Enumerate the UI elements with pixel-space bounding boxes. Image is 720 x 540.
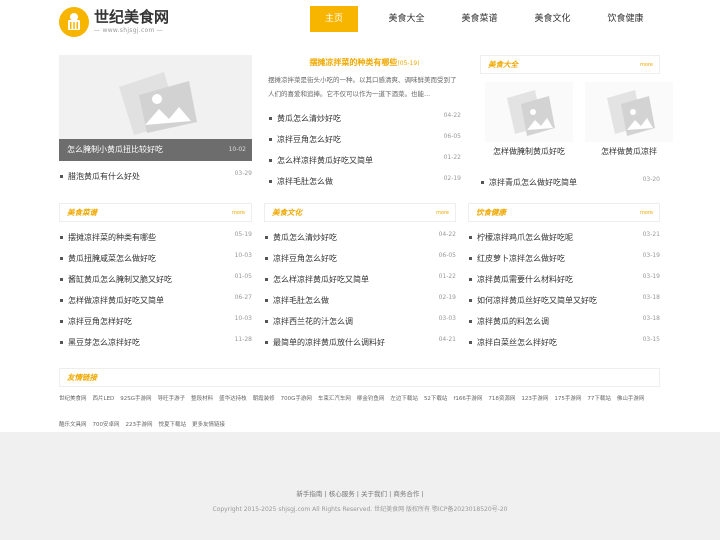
nav-food-encyclopedia[interactable]: 美食大全 (370, 6, 443, 32)
more-link[interactable]: more (640, 204, 653, 222)
culture-list: 黄瓜怎么清炒好吃 04-22 凉拌豆角怎么好吃 06-05 怎么样凉拌黄瓜好吃又简单… (264, 227, 456, 353)
list-item[interactable]: 凉拌豆角怎么好吃 06-05 (268, 129, 461, 150)
list-item[interactable]: 凉拌西兰花的汁怎么调 03-03 (264, 311, 456, 332)
list-item[interactable]: 凉拌白菜丝怎么拌好吃 03-15 (468, 332, 660, 353)
footer-copyright: Copyright 2015-2025 shjsgj.com All Right… (212, 506, 508, 513)
logo-title: 世纪美食网 (94, 8, 170, 26)
main-nav: 主页 美食大全 美食菜谱 美食文化 饮食健康 (310, 6, 662, 32)
feature-list: 腊泡黄瓜有什么好处 03-29 (59, 166, 252, 187)
list-item[interactable]: 怎么样凉拌黄瓜好吃又简单 01-22 (268, 150, 461, 171)
friend-link[interactable]: 车束汇汽车网 (318, 396, 351, 402)
headline-title[interactable]: 摆摊凉拌菜的种类有哪些(05-19) (268, 57, 461, 68)
friend-link[interactable]: 世纪美食网 (59, 396, 87, 402)
friend-link[interactable]: 77下载站 (587, 396, 611, 402)
image-placeholder-icon (485, 82, 573, 142)
friend-link[interactable]: 52下载站 (424, 396, 448, 402)
list-item[interactable]: 凉拌豆角怎么好吃 06-05 (264, 248, 456, 269)
nav-recipes[interactable]: 美食菜谱 (443, 6, 516, 32)
encyclopedia-list: 凉拌青瓜怎么做好吃简单 03-20 (480, 172, 660, 193)
feature-slide[interactable]: 怎么腌制小黄瓜扭比较好吃 10-02 (59, 55, 252, 161)
friend-link[interactable]: 导旺手游子 (158, 396, 186, 402)
friend-link[interactable]: 佛山手游网 (617, 396, 645, 402)
friend-link[interactable]: 盛华达持枝 (219, 396, 247, 402)
friend-link[interactable]: 朝霞装修 (253, 396, 275, 402)
image-placeholder-icon (119, 72, 197, 135)
list-item[interactable]: 柠檬凉拌鸡爪怎么做好吃呢 03-21 (468, 227, 660, 248)
friend-link[interactable]: 更多友情链接 (192, 422, 225, 428)
friend-link[interactable]: 718资源网 (488, 396, 515, 402)
section-recipes-head: 美食菜谱 more (59, 203, 252, 222)
feature-date: 10-02 (228, 146, 246, 153)
section-health-head: 饮食健康 more (468, 203, 660, 222)
list-item[interactable]: 凉拌豆角怎样好吃 10-03 (59, 311, 252, 332)
friend-link[interactable]: 700G手游网 (281, 396, 312, 402)
list-item[interactable]: 黄瓜怎么清炒好吃 04-22 (264, 227, 456, 248)
image-placeholder-icon (585, 82, 673, 142)
recipes-list: 摆摊凉拌菜的种类有哪些 05-19 黄瓜扭腌咸菜怎么做好吃 10-03 酱缸黄瓜怎么… (59, 227, 252, 353)
list-item[interactable]: 怎样做凉拌黄瓜好吃又简单 06-27 (59, 290, 252, 311)
friend-link[interactable]: f166手游网 (453, 396, 482, 402)
logo-chef-icon (59, 7, 89, 37)
list-item[interactable]: 怎么样凉拌黄瓜好吃又简单 01-22 (264, 269, 456, 290)
list-item[interactable]: 凉拌黄瓜需要什么材料好吃 03-19 (468, 269, 660, 290)
friend-link[interactable]: 西片LED (93, 396, 115, 402)
friend-link[interactable]: 700安卓网 (93, 422, 120, 428)
friend-link[interactable]: 左边下载站 (390, 396, 418, 402)
friend-link[interactable]: 175手游网 (554, 396, 581, 402)
more-link[interactable]: more (232, 204, 245, 222)
friend-link[interactable]: 悦夏下载站 (159, 422, 187, 428)
footer-nav[interactable]: 新手指南 | 核心服务 | 关于我们 | 商务合作 | (0, 488, 720, 498)
thumb-row: 怎样做腌制黄瓜好吃 怎样做黄瓜凉拌 (485, 82, 685, 157)
thumb-card[interactable]: 怎样做腌制黄瓜好吃 (485, 82, 573, 157)
site-logo[interactable]: 世纪美食网 — www.shjsgj.com — (59, 5, 179, 37)
headline-summary: 摆摊凉拌菜是街头小吃的一种。以其口感清爽、调味鲜美而受到了人们的喜爱和追捧。它不… (268, 76, 457, 98)
friend-link[interactable]: 123手游网 (521, 396, 548, 402)
list-item[interactable]: 黄瓜怎么清炒好吃 04-22 (268, 108, 461, 129)
list-item[interactable]: 腊泡黄瓜有什么好处 03-29 (59, 166, 252, 187)
list-item[interactable]: 黄瓜扭腌咸菜怎么做好吃 10-03 (59, 248, 252, 269)
list-item[interactable]: 黑豆芽怎么凉拌好吃 11-28 (59, 332, 252, 353)
more-link[interactable]: more (436, 204, 449, 222)
list-item[interactable]: 凉拌毛肚怎么做 02-19 (268, 171, 461, 192)
thumb-card[interactable]: 怎样做黄瓜凉拌 (585, 82, 673, 157)
list-item[interactable]: 凉拌青瓜怎么做好吃简单 03-20 (480, 172, 660, 193)
list-item[interactable]: 红皮萝卜凉拌怎么做好吃 03-19 (468, 248, 660, 269)
nav-home[interactable]: 主页 (310, 6, 358, 32)
nav-diet-health[interactable]: 饮食健康 (589, 6, 662, 32)
middle-list: 黄瓜怎么清炒好吃 04-22 凉拌豆角怎么好吃 06-05 怎么样凉拌黄瓜好吃又简单… (268, 108, 461, 192)
list-item[interactable]: 酱缸黄瓜怎么腌制又脆又好吃 01-05 (59, 269, 252, 290)
more-link[interactable]: more (640, 56, 653, 74)
list-item[interactable]: 如何凉拌黄瓜丝好吃又简单又好吃 03-18 (468, 290, 660, 311)
friend-links-head: 友情链接 (59, 368, 660, 387)
friend-link[interactable]: 柳金钓鱼网 (357, 396, 385, 402)
friend-link[interactable]: 92SG手游网 (120, 396, 151, 402)
friend-link[interactable]: 223手游网 (126, 422, 153, 428)
list-item[interactable]: 摆摊凉拌菜的种类有哪些 05-19 (59, 227, 252, 248)
section-food-encyclopedia: 美食大全 more (480, 55, 660, 74)
nav-food-culture[interactable]: 美食文化 (516, 6, 589, 32)
list-item[interactable]: 凉拌黄瓜的料怎么调 03-18 (468, 311, 660, 332)
friend-links-list: 世纪美食网 西片LED 92SG手游网 导旺手游子 整段材料 盛华达持枝 朝霞装修 700G手… (59, 386, 660, 438)
friend-link[interactable]: 整段材料 (191, 396, 213, 402)
footer: 新手指南 | 核心服务 | 关于我们 | 商务合作 | Copyright 20… (0, 432, 720, 540)
section-culture-head: 美食文化 more (264, 203, 456, 222)
list-item[interactable]: 凉拌毛肚怎么做 02-19 (264, 290, 456, 311)
list-item[interactable]: 最简单的凉拌黄瓜放什么调料好 04-21 (264, 332, 456, 353)
health-list: 柠檬凉拌鸡爪怎么做好吃呢 03-21 红皮萝卜凉拌怎么做好吃 03-19 凉拌黄瓜需… (468, 227, 660, 353)
feature-caption: 怎么腌制小黄瓜扭比较好吃 10-02 (59, 139, 252, 161)
logo-url: — www.shjsgj.com — (94, 27, 164, 34)
friend-link[interactable]: 酷乐文具网 (59, 422, 87, 428)
